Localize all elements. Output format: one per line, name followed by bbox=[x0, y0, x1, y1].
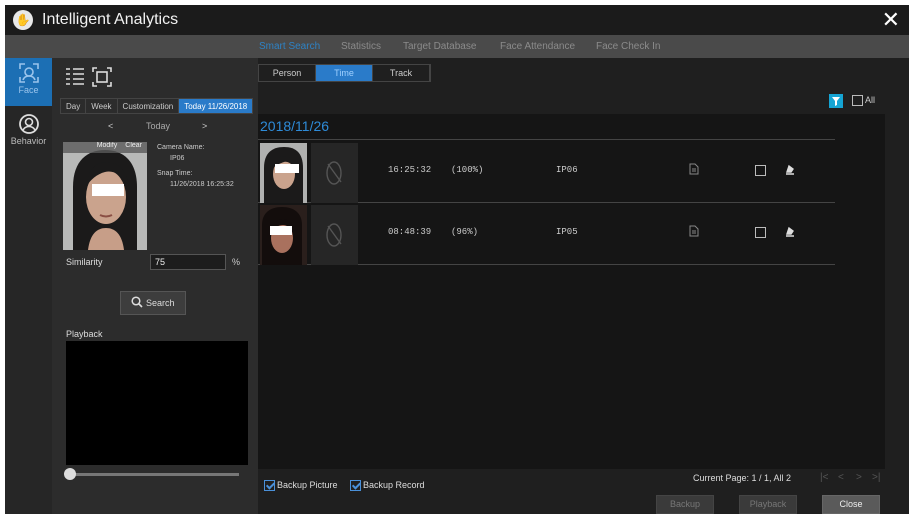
results-area: Person Time Track All 2018/11/26 16:25:3… bbox=[258, 58, 909, 514]
backup-record-option[interactable]: Backup Record bbox=[350, 480, 425, 492]
search-mode-tabs: Person Time Track bbox=[258, 64, 431, 82]
result-row[interactable]: 16:25:32 (100%) IP06 bbox=[258, 141, 835, 203]
backup-record-label: Backup Record bbox=[363, 480, 425, 490]
backup-picture-checkbox[interactable] bbox=[264, 480, 275, 492]
search-icon bbox=[131, 296, 144, 308]
similarity-value: (100%) bbox=[451, 165, 484, 175]
title-bar: ✋ Intelligent Analytics ✕ bbox=[5, 5, 909, 35]
nav-item-label: Behavior bbox=[10, 136, 47, 146]
window-close-button[interactable]: ✕ bbox=[882, 7, 900, 33]
customization-tab[interactable]: Customization bbox=[117, 99, 180, 113]
document-icon[interactable] bbox=[689, 225, 699, 237]
day-tab[interactable]: Day bbox=[61, 99, 87, 113]
face-photo-image bbox=[63, 142, 147, 250]
similarity-input[interactable] bbox=[150, 254, 226, 270]
nav-item-face[interactable]: Face bbox=[5, 58, 52, 106]
backup-picture-option[interactable]: Backup Picture bbox=[264, 480, 338, 492]
prev-page-button[interactable]: < bbox=[838, 472, 844, 483]
row-checkbox[interactable] bbox=[755, 227, 766, 238]
no-image-icon bbox=[326, 161, 342, 185]
camera-name-value: IP06 bbox=[170, 155, 185, 162]
camera-name: IP06 bbox=[556, 165, 578, 175]
face-thumbnail[interactable] bbox=[260, 205, 307, 265]
add-to-database-icon[interactable] bbox=[784, 164, 795, 175]
date-divider bbox=[258, 139, 835, 140]
playback-slider-handle[interactable] bbox=[64, 468, 76, 480]
app-logo-icon: ✋ bbox=[13, 10, 33, 30]
face-icon bbox=[18, 63, 39, 83]
search-button[interactable]: Search bbox=[120, 291, 186, 315]
no-image-placeholder bbox=[311, 143, 358, 203]
tab-person[interactable]: Person bbox=[259, 65, 316, 81]
backup-button[interactable]: Backup bbox=[656, 495, 714, 514]
tab-face-attendance[interactable]: Face Attendance bbox=[500, 41, 575, 52]
nav-item-label: Face bbox=[18, 85, 39, 95]
backup-record-checkbox[interactable] bbox=[350, 480, 361, 492]
search-button-label: Search bbox=[145, 298, 175, 308]
no-image-icon bbox=[326, 223, 342, 247]
select-all-label: All bbox=[865, 95, 876, 105]
no-image-placeholder bbox=[311, 205, 358, 265]
nav-item-behavior[interactable]: Behavior bbox=[5, 109, 52, 157]
week-tab[interactable]: Week bbox=[86, 99, 118, 113]
close-button[interactable]: Close bbox=[822, 495, 880, 514]
tab-bar: Smart Search Statistics Target Database … bbox=[5, 35, 909, 58]
snap-time-value: 11/26/2018 16:25:32 bbox=[170, 181, 234, 188]
behavior-icon bbox=[18, 114, 39, 134]
similarity-label: Similarity bbox=[66, 257, 103, 267]
capture-time: 16:25:32 bbox=[388, 165, 432, 175]
modify-photo-button[interactable]: Modify bbox=[97, 142, 118, 149]
app-window: ✋ Intelligent Analytics ✕ Smart Search S… bbox=[5, 5, 909, 514]
face-capture-mode-icon[interactable] bbox=[91, 66, 113, 88]
today-tab[interactable]: Today 11/26/2018 bbox=[179, 99, 253, 113]
results-list: 2018/11/26 16:25:32 (100%) IP06 08:48:39… bbox=[258, 114, 885, 469]
next-day-button[interactable]: > bbox=[202, 121, 207, 131]
tab-target-database[interactable]: Target Database bbox=[403, 41, 476, 52]
document-icon[interactable] bbox=[689, 163, 699, 175]
face-thumbnail-image bbox=[260, 205, 307, 265]
app-title: Intelligent Analytics bbox=[42, 11, 179, 28]
face-thumbnail-image bbox=[260, 143, 307, 203]
photo-action-bar: Modify Clear bbox=[63, 142, 147, 153]
backup-picture-label: Backup Picture bbox=[277, 480, 338, 490]
first-page-button[interactable]: |< bbox=[820, 472, 828, 483]
search-panel: Day Week Customization Today 11/26/2018 … bbox=[52, 58, 258, 514]
tab-statistics[interactable]: Statistics bbox=[341, 41, 381, 52]
date-label: Today bbox=[146, 121, 171, 131]
snap-time-label: Snap Time: bbox=[157, 170, 193, 177]
result-row[interactable]: 08:48:39 (96%) IP05 bbox=[258, 203, 835, 265]
tab-face-check-in[interactable]: Face Check In bbox=[596, 41, 660, 52]
page-info: Current Page: 1 / 1, All 2 bbox=[693, 473, 792, 483]
left-nav: Face Behavior bbox=[5, 58, 52, 514]
capture-time: 08:48:39 bbox=[388, 227, 432, 237]
face-thumbnail[interactable] bbox=[260, 143, 307, 203]
select-all-checkbox[interactable] bbox=[852, 95, 863, 106]
tab-track[interactable]: Track bbox=[373, 65, 430, 81]
day-range-tabs: Day Week Customization Today 11/26/2018 bbox=[60, 98, 254, 114]
playback-screen bbox=[66, 341, 248, 465]
clear-photo-button[interactable]: Clear bbox=[125, 142, 142, 149]
row-checkbox[interactable] bbox=[755, 165, 766, 176]
playback-slider-track[interactable] bbox=[69, 473, 239, 476]
playback-button[interactable]: Playback bbox=[739, 495, 797, 514]
camera-name-label: Camera Name: bbox=[157, 144, 205, 151]
next-page-button[interactable]: > bbox=[856, 472, 862, 483]
tab-time[interactable]: Time bbox=[316, 65, 373, 81]
last-page-button[interactable]: >| bbox=[872, 472, 880, 483]
filter-icon[interactable] bbox=[829, 94, 843, 108]
prev-day-button[interactable]: < bbox=[108, 121, 113, 131]
results-date-header: 2018/11/26 bbox=[260, 118, 330, 134]
tab-smart-search[interactable]: Smart Search bbox=[259, 41, 320, 52]
add-to-database-icon[interactable] bbox=[784, 226, 795, 237]
list-mode-icon[interactable] bbox=[64, 66, 86, 88]
playback-label: Playback bbox=[66, 329, 103, 339]
camera-name: IP05 bbox=[556, 227, 578, 237]
similarity-value: (96%) bbox=[451, 227, 479, 237]
query-face-photo: Modify Clear bbox=[63, 142, 147, 250]
similarity-unit: % bbox=[232, 257, 241, 267]
